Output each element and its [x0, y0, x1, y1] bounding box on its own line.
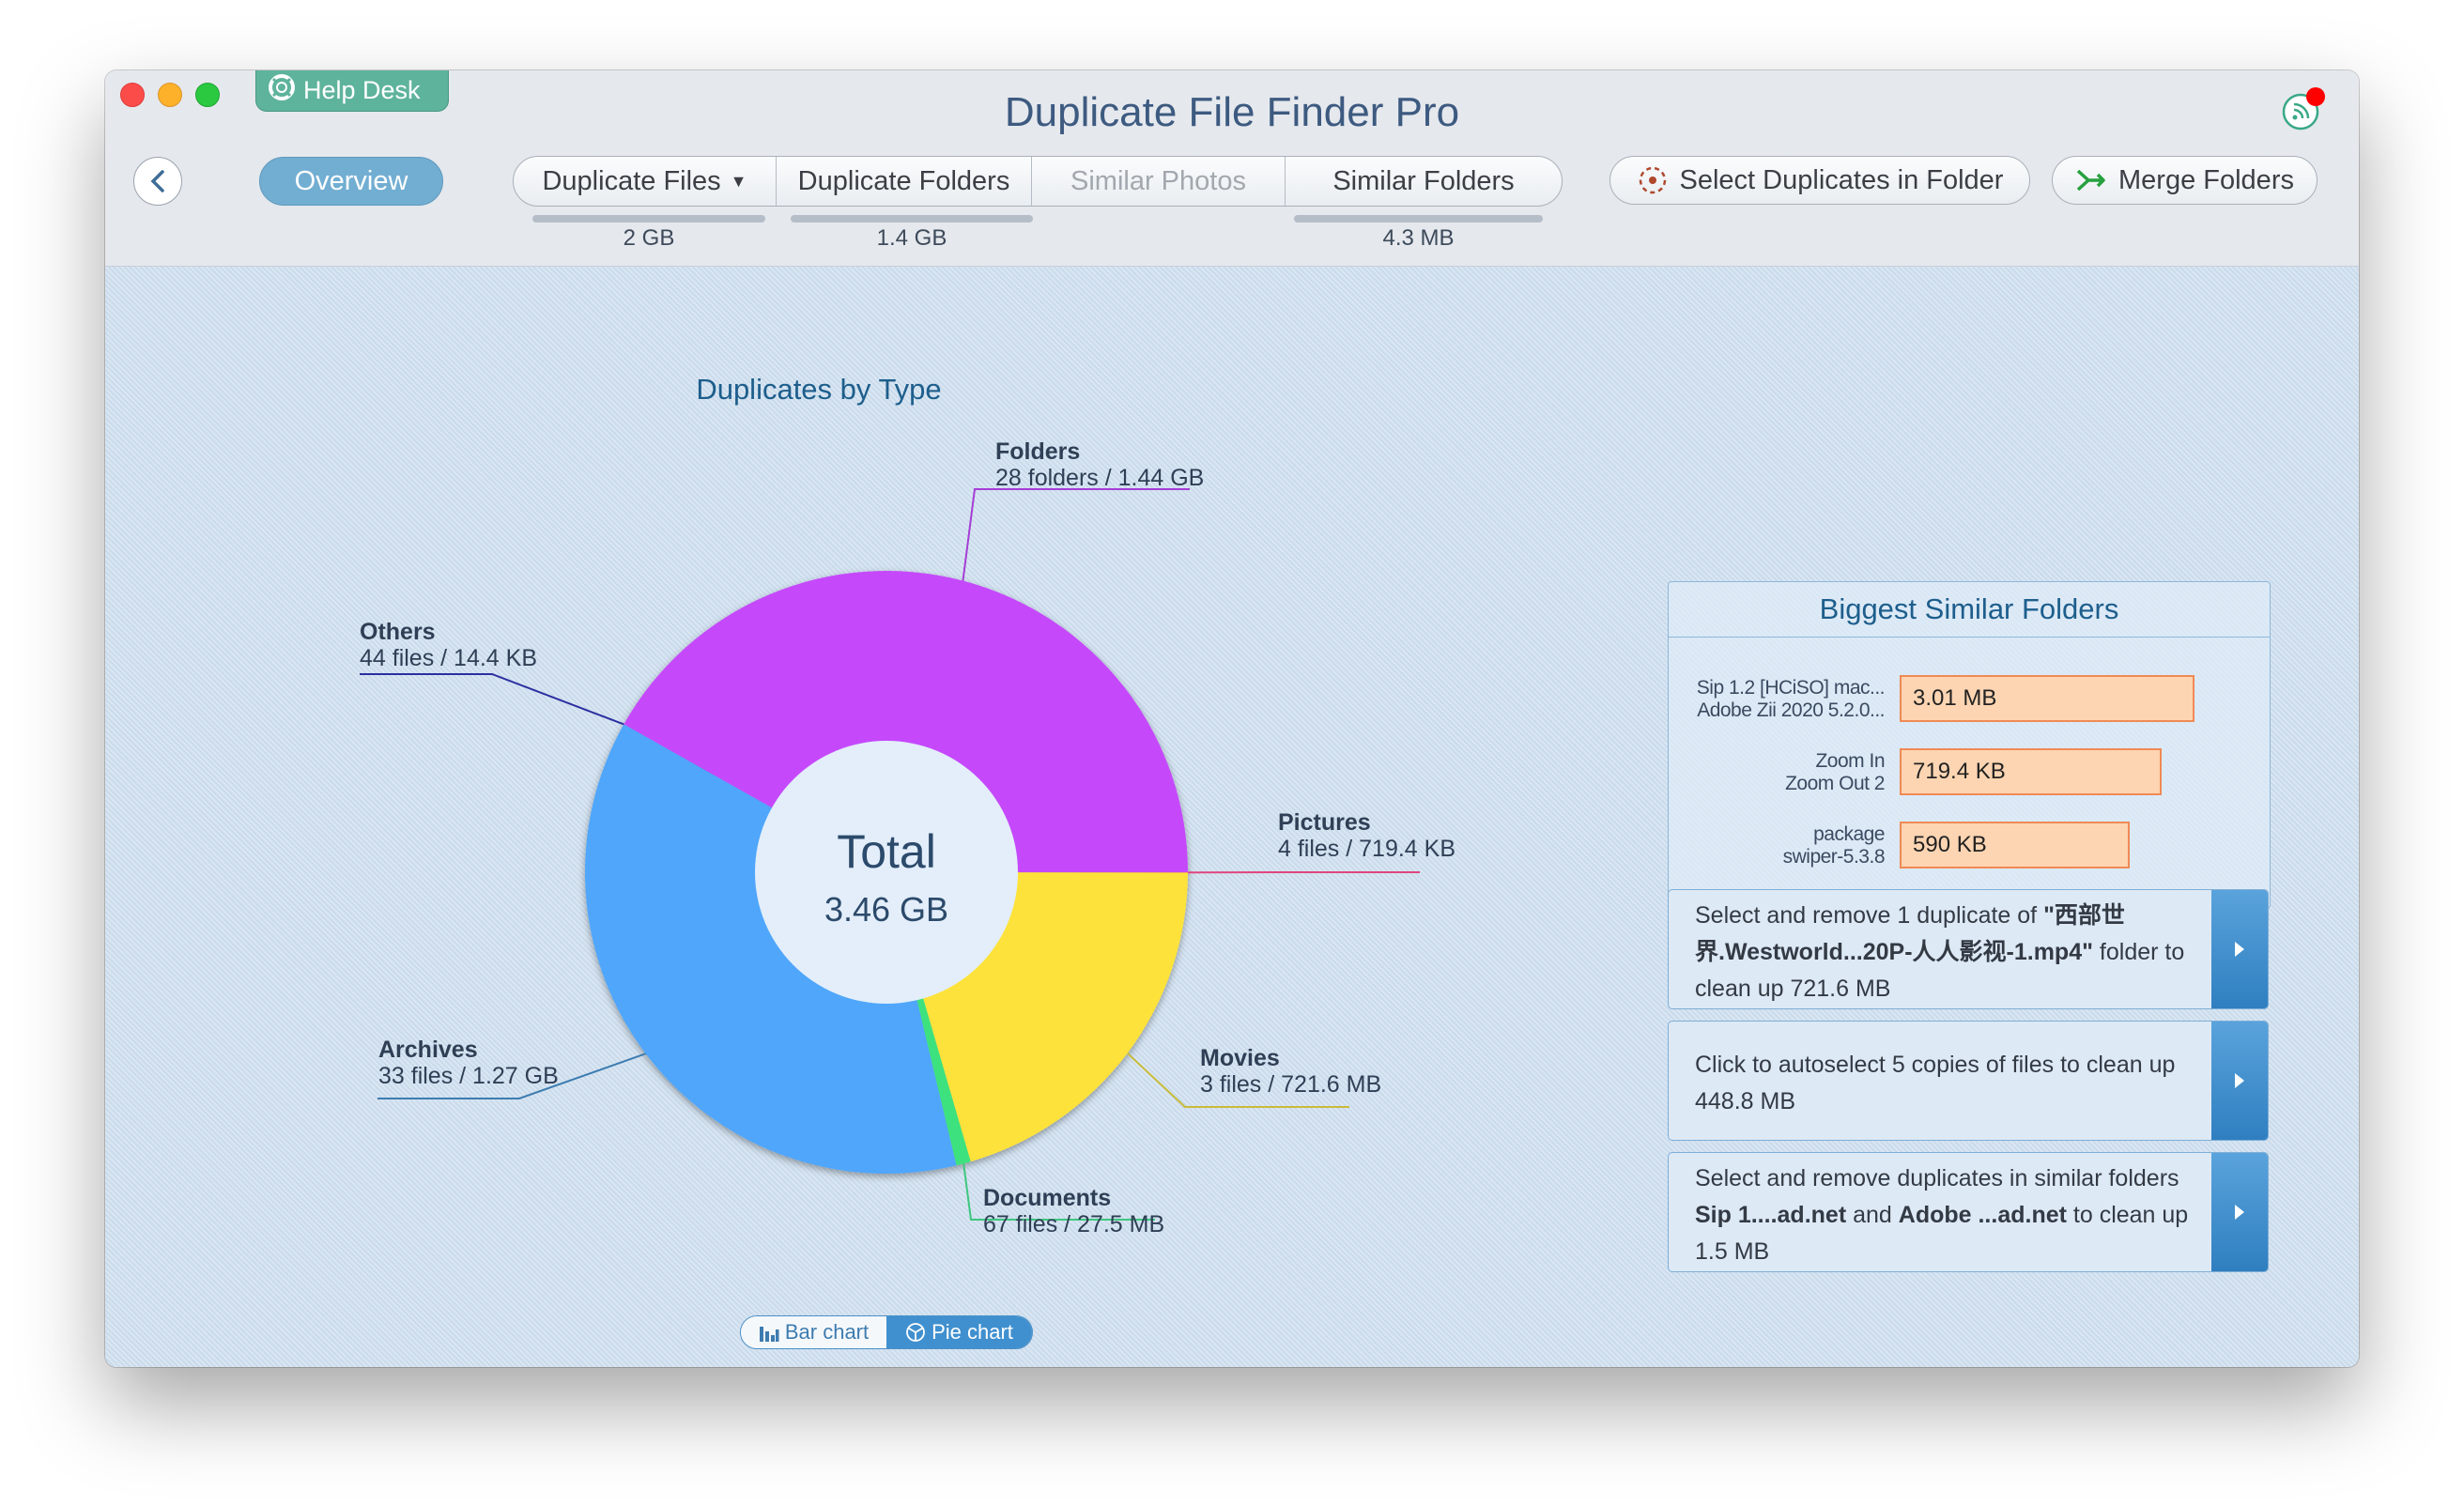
- slice-name: Archives: [378, 1037, 478, 1063]
- similar-folder-row[interactable]: Zoom In Zoom Out 2 719.4 KB: [1669, 748, 2270, 799]
- folder-name-1: Zoom In: [1815, 750, 1885, 772]
- slice-detail: 44 files / 14.4 KB: [360, 645, 538, 671]
- duplicate-folders-size-bar: [791, 215, 1033, 223]
- folder-name-1: package: [1813, 823, 1885, 845]
- target-icon: [1639, 166, 1666, 194]
- slice-name: Others: [360, 619, 436, 645]
- slice-detail: 67 files / 27.5 MB: [983, 1211, 1165, 1237]
- leader-line-folders: [962, 488, 1190, 581]
- slice-detail: 3 files / 721.6 MB: [1200, 1071, 1382, 1098]
- hint-text: Select and remove 1 duplicate of "西部世界.W…: [1695, 898, 2202, 1007]
- folder-size-bar: 719.4 KB: [1900, 748, 2163, 795]
- app-window: Help Desk Duplicate File Finder Pro Over…: [105, 70, 2359, 1367]
- chart-type-toggle: Bar chart Pie chart: [740, 1315, 1033, 1349]
- biggest-similar-folders-panel: Biggest Similar Folders Sip 1.2 [HCiSO] …: [1668, 581, 2271, 909]
- tab-duplicate-folders[interactable]: Duplicate Folders: [777, 157, 1032, 206]
- news-feed-button[interactable]: [2282, 87, 2325, 131]
- folder-pair-name: Zoom In Zoom Out 2: [1678, 750, 1885, 795]
- select-duplicates-in-folder-button[interactable]: Select Duplicates in Folder: [1609, 156, 2030, 205]
- slice-name: Pictures: [1278, 809, 1371, 836]
- merge-folders-button[interactable]: Merge Folders: [2052, 156, 2318, 205]
- hint-fragment: and: [1846, 1202, 1899, 1228]
- slice-label-documents: Documents 67 files / 27.5 MB: [983, 1185, 1164, 1237]
- pie-center-label: Total: [837, 825, 936, 878]
- slice-label-movies: Movies 3 files / 721.6 MB: [1200, 1045, 1381, 1098]
- notification-badge: [2306, 87, 2325, 106]
- tab-similar-folders[interactable]: Similar Folders: [1286, 157, 1562, 206]
- dropdown-triangle-icon: ▼: [730, 171, 747, 191]
- category-tabs: Duplicate Files ▼ Duplicate Folders Simi…: [513, 156, 1563, 207]
- cleanup-hint-card[interactable]: Click to autoselect 5 copies of files to…: [1668, 1021, 2269, 1141]
- slice-detail: 4 files / 719.4 KB: [1278, 836, 1456, 862]
- slice-label-pictures: Pictures 4 files / 719.4 KB: [1278, 809, 1455, 862]
- duplicate-files-size: 2 GB: [623, 225, 675, 251]
- chevron-left-icon: [150, 170, 164, 192]
- similar-folders-size: 4.3 MB: [1382, 225, 1455, 251]
- slice-name: Folders: [995, 438, 1081, 465]
- hint-highlight: Sip 1....ad.net: [1695, 1202, 1847, 1228]
- apply-hint-button[interactable]: [2211, 890, 2268, 1008]
- cleanup-hint-card[interactable]: Select and remove duplicates in similar …: [1668, 1152, 2269, 1272]
- bar-chart-icon: [759, 1327, 779, 1342]
- apply-hint-button[interactable]: [2211, 1153, 2268, 1271]
- play-arrow-icon: [2235, 942, 2244, 957]
- pie-chart-icon: [906, 1323, 925, 1342]
- bar-chart-toggle[interactable]: Bar chart: [741, 1316, 886, 1348]
- bar-chart-label: Bar chart: [784, 1320, 870, 1344]
- folder-name-2: Adobe Zii 2020 5.2.0...: [1697, 699, 1885, 721]
- slice-label-folders: Folders 28 folders / 1.44 GB: [995, 438, 1204, 491]
- similar-folder-row[interactable]: package swiper-5.3.8 590 KB: [1669, 822, 2270, 872]
- folder-name-2: Zoom Out 2: [1785, 773, 1885, 794]
- overview-panel: Duplicates by Type Total 3.46 GB Folders…: [105, 267, 2359, 1367]
- biggest-similar-folders-title: Biggest Similar Folders: [1669, 582, 2270, 638]
- tab-duplicate-files[interactable]: Duplicate Files ▼: [514, 157, 777, 206]
- folder-name-1: Sip 1.2 [HCiSO] mac...: [1696, 677, 1886, 699]
- hint-fragment: Select and remove 1 duplicate of: [1695, 902, 2044, 929]
- hint-fragment: Click to autoselect 5 copies of files to…: [1695, 1052, 2176, 1114]
- folder-pair-name: package swiper-5.3.8: [1678, 823, 1886, 868]
- pie-chart-toggle[interactable]: Pie chart: [886, 1316, 1032, 1348]
- hint-highlight: Adobe ...ad.net: [1898, 1202, 2067, 1228]
- folder-pair-name: Sip 1.2 [HCiSO] mac... Adobe Zii 2020 5.…: [1678, 677, 1886, 722]
- tab-label: Similar Photos: [1070, 165, 1246, 196]
- duplicate-files-size-bar: [532, 215, 765, 223]
- window-title: Duplicate File Finder Pro: [1004, 89, 1460, 135]
- play-arrow-icon: [2235, 1205, 2244, 1220]
- pie-chart-label: Pie chart: [932, 1320, 1013, 1344]
- slice-label-others: Others 44 files / 14.4 KB: [360, 619, 537, 671]
- cleanup-hint-card[interactable]: Select and remove 1 duplicate of "西部世界.W…: [1668, 889, 2269, 1009]
- slice-name: Movies: [1200, 1045, 1280, 1071]
- merge-icon: [2076, 169, 2105, 192]
- slice-name: Documents: [983, 1185, 1112, 1211]
- tab-label: Similar Folders: [1332, 165, 1515, 196]
- merge-folders-label: Merge Folders: [2118, 164, 2294, 195]
- hint-text: Select and remove duplicates in similar …: [1695, 1160, 2202, 1270]
- tab-similar-photos[interactable]: Similar Photos: [1032, 157, 1286, 206]
- back-button[interactable]: [133, 157, 182, 206]
- select-duplicates-label: Select Duplicates in Folder: [1679, 164, 2004, 195]
- overview-button[interactable]: Overview: [259, 157, 443, 206]
- similar-folders-size-bar: [1294, 215, 1543, 223]
- slice-detail: 28 folders / 1.44 GB: [995, 465, 1205, 491]
- apply-hint-button[interactable]: [2211, 1022, 2268, 1140]
- toolbar: Help Desk Duplicate File Finder Pro Over…: [105, 70, 2359, 267]
- slice-label-archives: Archives 33 files / 1.27 GB: [378, 1037, 559, 1089]
- folder-size-bar: 3.01 MB: [1900, 675, 2194, 722]
- tab-label: Duplicate Folders: [797, 165, 1010, 196]
- folder-size-bar: 590 KB: [1900, 822, 2130, 868]
- hint-fragment: Select and remove duplicates in similar …: [1695, 1165, 2179, 1191]
- play-arrow-icon: [2235, 1073, 2244, 1088]
- hint-text: Click to autoselect 5 copies of files to…: [1695, 1047, 2202, 1120]
- duplicate-folders-size: 1.4 GB: [876, 225, 947, 251]
- slice-detail: 33 files / 1.27 GB: [378, 1063, 559, 1089]
- similar-folder-row[interactable]: Sip 1.2 [HCiSO] mac... Adobe Zii 2020 5.…: [1669, 675, 2270, 726]
- folder-name-2: swiper-5.3.8: [1782, 846, 1886, 868]
- leader-line-others: [360, 673, 624, 726]
- pie-center-value: 3.46 GB: [824, 890, 948, 929]
- tab-label: Duplicate Files: [542, 165, 721, 196]
